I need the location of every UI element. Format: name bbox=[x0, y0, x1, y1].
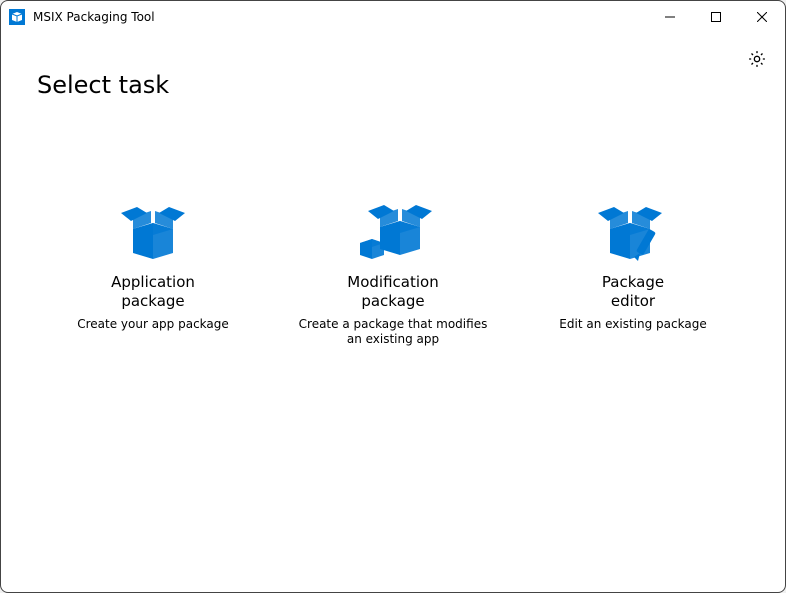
task-modification-package[interactable]: Modification package Create a package th… bbox=[288, 189, 498, 360]
window-controls bbox=[647, 1, 785, 33]
gear-icon bbox=[747, 49, 767, 69]
minimize-button[interactable] bbox=[647, 1, 693, 33]
task-title: Modification package bbox=[294, 273, 492, 311]
task-description: Edit an existing package bbox=[534, 317, 732, 333]
task-description: Create a package that modifies an existi… bbox=[294, 317, 492, 348]
maximize-button[interactable] bbox=[693, 1, 739, 33]
content-area: Select task bbox=[1, 33, 785, 592]
titlebar: MSIX Packaging Tool bbox=[1, 1, 785, 33]
app-icon bbox=[9, 9, 25, 25]
task-title: Application package bbox=[54, 273, 252, 311]
box-modify-icon bbox=[294, 197, 492, 267]
task-package-editor[interactable]: Package editor Edit an existing package bbox=[528, 189, 738, 360]
window-title: MSIX Packaging Tool bbox=[33, 10, 647, 24]
task-list: Application package Create your app pack… bbox=[37, 189, 749, 360]
settings-button[interactable] bbox=[743, 45, 771, 73]
task-application-package[interactable]: Application package Create your app pack… bbox=[48, 189, 258, 360]
task-title: Package editor bbox=[534, 273, 732, 311]
box-open-icon bbox=[54, 197, 252, 267]
box-edit-icon bbox=[534, 197, 732, 267]
task-description: Create your app package bbox=[54, 317, 252, 333]
page-title: Select task bbox=[37, 71, 749, 99]
close-button[interactable] bbox=[739, 1, 785, 33]
window: MSIX Packaging Tool Select task bbox=[0, 0, 786, 593]
